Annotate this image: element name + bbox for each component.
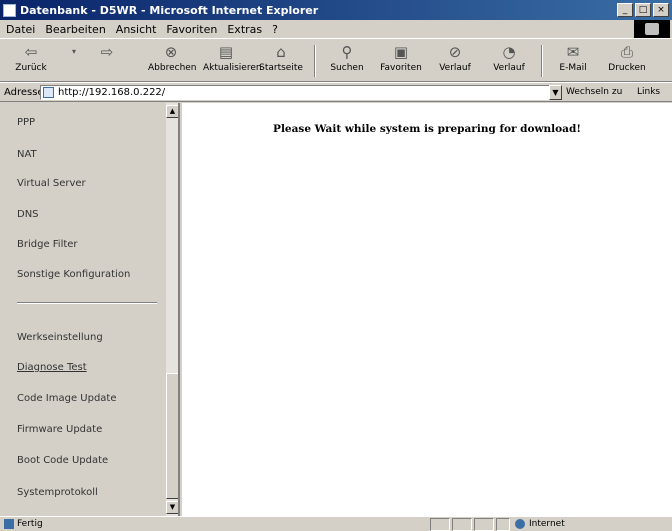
favorites-button[interactable]: ▣ Favoriten xyxy=(378,43,424,79)
nav-item-diagnose-test[interactable]: Diagnose Test xyxy=(17,362,87,373)
close-button[interactable]: × xyxy=(653,3,669,17)
window-title-bar[interactable]: Datenbank - D5WR - Microsoft Internet Ex… xyxy=(0,0,672,20)
scroll-up-icon[interactable]: ▲ xyxy=(166,105,178,118)
nav-scrollbar[interactable]: ▲ ▼ xyxy=(166,103,178,516)
menu-favoriten[interactable]: Favoriten xyxy=(166,23,217,36)
home-button[interactable]: ⌂ Startseite xyxy=(258,43,304,79)
nav-item-code-image-update[interactable]: Code Image Update xyxy=(17,393,117,404)
menu-bearbeiten[interactable]: Bearbeiten xyxy=(45,23,105,36)
history-button[interactable]: ⊘ Verlauf xyxy=(432,43,478,79)
nav-item-firmware-update[interactable]: Firmware Update xyxy=(17,424,102,435)
window-title: Datenbank - D5WR - Microsoft Internet Ex… xyxy=(20,3,319,17)
nav-item-systemprotokoll[interactable]: Systemprotokoll xyxy=(17,487,98,498)
nav-item-werkseinstellung[interactable]: Werkseinstellung xyxy=(17,332,103,343)
home-icon: ⌂ xyxy=(276,43,286,61)
globe-icon xyxy=(515,519,525,529)
refresh-icon: ▤ xyxy=(218,43,234,61)
address-input[interactable]: http://192.168.0.222/ xyxy=(40,85,557,100)
nav-item-bridge-filter[interactable]: Bridge Filter xyxy=(17,239,78,250)
content-frame: Please Wait while system is preparing fo… xyxy=(182,103,672,516)
nav-item-nat[interactable]: NAT xyxy=(17,149,37,160)
forward-button[interactable]: ⇨ xyxy=(84,43,130,79)
scrollbar-thumb[interactable] xyxy=(166,373,178,499)
window-controls: _ □ × xyxy=(617,3,669,17)
status-text: Fertig xyxy=(17,519,43,529)
page-done-icon xyxy=(4,519,14,529)
go-button[interactable]: Wechseln zu xyxy=(566,87,622,97)
nav-item-virtual-server[interactable]: Virtual Server xyxy=(17,178,86,189)
search-icon: ⚲ xyxy=(341,43,353,61)
forward-arrow-icon: ⇨ xyxy=(100,43,114,61)
nav-item-dns[interactable]: DNS xyxy=(17,209,39,220)
ie-icon xyxy=(3,3,16,17)
links-button[interactable]: Links xyxy=(637,87,660,97)
status-bar: Fertig Internet xyxy=(0,516,672,531)
scroll-down-icon[interactable]: ▼ xyxy=(166,501,178,514)
back-button[interactable]: ⇦ Zurück xyxy=(8,43,54,79)
menu-extras[interactable]: Extras xyxy=(227,23,262,36)
print-button[interactable]: ⎙ Drucken xyxy=(604,43,650,79)
nav-item-sonstige-konfiguration[interactable]: Sonstige Konfiguration xyxy=(17,269,130,280)
status-panel xyxy=(496,518,510,531)
page-icon xyxy=(43,87,54,98)
navigation-frame: PPP NAT Virtual Server DNS Bridge Filter… xyxy=(0,103,180,516)
toolbar-separator xyxy=(314,45,316,77)
address-label: Adresse xyxy=(4,86,44,98)
mail-button[interactable]: ✉ E-Mail xyxy=(550,43,596,79)
stop-icon: ⊗ xyxy=(164,43,178,61)
menu-ansicht[interactable]: Ansicht xyxy=(116,23,157,36)
favorites-icon: ▣ xyxy=(393,43,409,61)
history-icon: ⊘ xyxy=(448,43,462,61)
toolbar-separator xyxy=(541,45,543,77)
download-wait-message: Please Wait while system is preparing fo… xyxy=(273,123,581,135)
security-zone: Internet xyxy=(515,519,565,529)
status-panel xyxy=(430,518,450,531)
stop-button[interactable]: ⊗ Abbrechen xyxy=(148,43,197,79)
menu-bar: Datei Bearbeiten Ansicht Favoriten Extra… xyxy=(0,20,672,38)
maximize-button[interactable]: □ xyxy=(635,3,651,17)
zone-label: Internet xyxy=(529,519,565,529)
menu-help[interactable]: ? xyxy=(272,23,278,36)
mail-icon: ✉ xyxy=(566,43,580,61)
printer-icon: ⎙ xyxy=(620,43,633,61)
search-button[interactable]: ⚲ Suchen xyxy=(324,43,370,79)
minimize-button[interactable]: _ xyxy=(617,3,633,17)
nav-item-ppp[interactable]: PPP xyxy=(17,117,35,128)
channels-button[interactable]: ◔ Verlauf xyxy=(486,43,532,79)
nav-divider xyxy=(17,302,157,304)
channels-icon: ◔ xyxy=(502,43,516,61)
address-url: http://192.168.0.222/ xyxy=(58,87,166,98)
refresh-button[interactable]: ▤ Aktualisieren xyxy=(203,43,262,79)
status-panel xyxy=(474,518,494,531)
status-panel xyxy=(452,518,472,531)
standard-toolbar: ⇦ Zurück ▾ ⇨ ⊗ Abbrechen ▤ Aktualisieren… xyxy=(0,38,672,82)
ie-throbber-icon xyxy=(634,20,670,38)
menu-datei[interactable]: Datei xyxy=(6,23,35,36)
back-dropdown-button[interactable]: ▾ xyxy=(62,43,86,79)
address-bar: Adresse http://192.168.0.222/ ▼ Wechseln… xyxy=(0,82,672,102)
status-text-area: Fertig xyxy=(4,519,43,529)
back-arrow-icon: ⇦ xyxy=(24,43,38,61)
chevron-down-icon: ▾ xyxy=(71,47,76,56)
nav-item-boot-code-update[interactable]: Boot Code Update xyxy=(17,455,108,466)
address-dropdown-button[interactable]: ▼ xyxy=(549,85,562,100)
